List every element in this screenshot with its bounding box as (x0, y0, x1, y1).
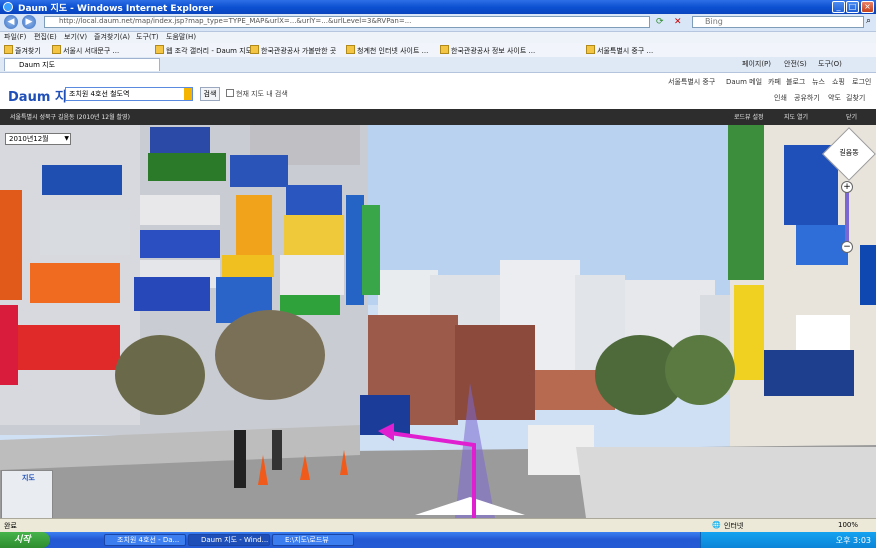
compass-label: 길음동 (839, 148, 859, 157)
menu-bar: 파일(F) 편집(E) 보기(V) 즐겨찾기(A) 도구(T) 도움말(H) (0, 32, 876, 43)
sketch-link[interactable]: 약도 (828, 93, 841, 103)
task-folder[interactable]: E:\지도\로드뷰 (272, 534, 354, 546)
page-menu[interactable]: 페이지(P) (742, 59, 771, 69)
cafe-link[interactable]: 카페 (768, 77, 781, 87)
favorite-link[interactable]: 서울시 서대문구 ... (52, 45, 119, 56)
task-ie-1[interactable]: 조치원 4호선 - Da... (104, 534, 186, 546)
roadview-info-strip: 서울특별시 성북구 길음동 (2010년 12월 촬영) 로드뷰 설정 지도 열… (0, 109, 876, 125)
roadview-panorama[interactable]: 2010년12월 ▼ 길음동 + − 지도 (0, 125, 876, 518)
globe-icon: 🌐 (712, 521, 721, 529)
maximize-button[interactable]: □ (846, 1, 859, 13)
shopping-link[interactable]: 쇼핑 (832, 77, 845, 87)
search-placeholder: Bing (705, 17, 723, 26)
tab-row: Daum 지도 페이지(P) 안전(S) 도구(O) (0, 57, 876, 73)
print-link[interactable]: 인쇄 (774, 93, 787, 103)
system-tray: 오후 3:03 (700, 532, 876, 548)
start-button[interactable]: 시작 (0, 532, 50, 548)
status-bar: 완료 🌐 인터넷 100% (0, 518, 876, 533)
map-search-value: 조치원 4호선 철도역 (69, 90, 130, 98)
back-button[interactable]: ◀ (4, 15, 18, 29)
forward-button[interactable]: ▶ (22, 15, 36, 29)
favorites-button[interactable]: 즐겨찾기 (4, 45, 41, 56)
zoom-in-button[interactable]: + (841, 181, 853, 193)
tools-menu[interactable]: 도구(O) (818, 59, 842, 69)
address-text: http://local.daum.net/map/index.jsp?map_… (59, 17, 412, 25)
minimap[interactable]: 지도 (1, 470, 53, 518)
mail-link[interactable]: Daum 메일 (726, 77, 762, 87)
menu-edit[interactable]: 편집(E) (34, 32, 57, 42)
page-icon (250, 45, 259, 54)
street-scene (0, 125, 876, 518)
search-dropdown-icon[interactable] (184, 88, 192, 100)
blog-link[interactable]: 블로그 (786, 77, 805, 87)
page-icon (440, 45, 449, 54)
status-text: 완료 (4, 522, 17, 530)
directions-link[interactable]: 길찾기 (846, 93, 865, 103)
taskbar: 시작 조치원 4호선 - Da... Daum 지도 - Wind... E:\… (0, 532, 876, 548)
date-value: 2010년12월 (9, 135, 49, 143)
close-button[interactable]: × (861, 1, 874, 13)
close-roadview[interactable]: 닫기 (846, 112, 857, 121)
menu-favorites[interactable]: 즐겨찾기(A) (94, 32, 130, 42)
page-icon (155, 45, 164, 54)
favorite-link[interactable]: 한국관광공사 정보 사이트 ... (440, 45, 535, 56)
tab-label: Daum 지도 (19, 61, 56, 69)
login-link[interactable]: 로그인 (852, 77, 871, 87)
date-selector[interactable]: 2010년12월 ▼ (5, 133, 71, 145)
title-bar: Daum 지도 - Windows Internet Explorer _ □ … (0, 0, 876, 14)
zoom-level[interactable]: 100% (838, 521, 858, 529)
menu-help[interactable]: 도움말(H) (166, 32, 196, 42)
zoom-out-button[interactable]: − (841, 241, 853, 253)
in-map-checkbox[interactable] (226, 89, 234, 97)
refresh-icon[interactable]: ⟳ (656, 17, 664, 27)
task-ie-2[interactable]: Daum 지도 - Wind... (188, 534, 270, 546)
menu-view[interactable]: 보기(V) (64, 32, 87, 42)
favorite-link[interactable]: 웹 조각 갤러리 - Daum 지도 (155, 45, 252, 56)
menu-tools[interactable]: 도구(T) (136, 32, 159, 42)
location-link[interactable]: 서울특별시 중구 (668, 77, 715, 87)
open-map-link[interactable]: 지도 열기 (784, 112, 808, 121)
favorite-link[interactable]: 서울특별시 중구 ... (586, 45, 653, 56)
clock: 오후 3:03 (835, 536, 871, 545)
favorite-link[interactable]: 청계천 인터넷 사이트 ... (346, 45, 428, 56)
menu-file[interactable]: 파일(F) (4, 32, 26, 42)
search-icon[interactable]: ⌕ (866, 16, 871, 26)
minimap-label: 지도 (22, 474, 35, 482)
address-row: ◀ ▶ http://local.daum.net/map/index.jsp?… (0, 14, 876, 32)
security-zone: 인터넷 (724, 522, 744, 530)
search-input[interactable]: Bing (692, 16, 864, 28)
news-link[interactable]: 뉴스 (812, 77, 825, 87)
search-button[interactable]: 검색 (200, 87, 220, 101)
page-icon (346, 45, 355, 54)
favorites-bar: 즐겨찾기 서울시 서대문구 ... 웹 조각 갤러리 - Daum 지도 한국관… (0, 43, 876, 58)
chevron-down-icon: ▼ (64, 135, 69, 142)
in-map-checkbox-label: 현재 지도 내 검색 (236, 90, 288, 98)
ie-icon (3, 2, 13, 12)
page-icon (52, 45, 61, 54)
daum-header: Daum 지도 조치원 4호선 철도역 검색 현재 지도 내 검색 서울특별시 … (0, 73, 876, 109)
page-icon (586, 45, 595, 54)
map-search-input[interactable]: 조치원 4호선 철도역 (65, 87, 193, 101)
roadview-settings[interactable]: 로드뷰 설정 (734, 112, 764, 121)
address-bar[interactable]: http://local.daum.net/map/index.jsp?map_… (44, 16, 650, 28)
share-link[interactable]: 공유하기 (794, 93, 820, 103)
minimize-button[interactable]: _ (832, 1, 845, 13)
tab-daum-map[interactable]: Daum 지도 (4, 58, 160, 71)
window-title: Daum 지도 - Windows Internet Explorer (18, 4, 214, 14)
favorite-link[interactable]: 한국관광공사 가볼만한 곳 (250, 45, 336, 56)
safety-menu[interactable]: 안전(S) (784, 59, 807, 69)
star-icon (4, 45, 13, 54)
roadview-location: 서울특별시 성북구 길음동 (2010년 12월 촬영) (10, 114, 130, 121)
stop-icon[interactable]: ✕ (674, 17, 682, 27)
